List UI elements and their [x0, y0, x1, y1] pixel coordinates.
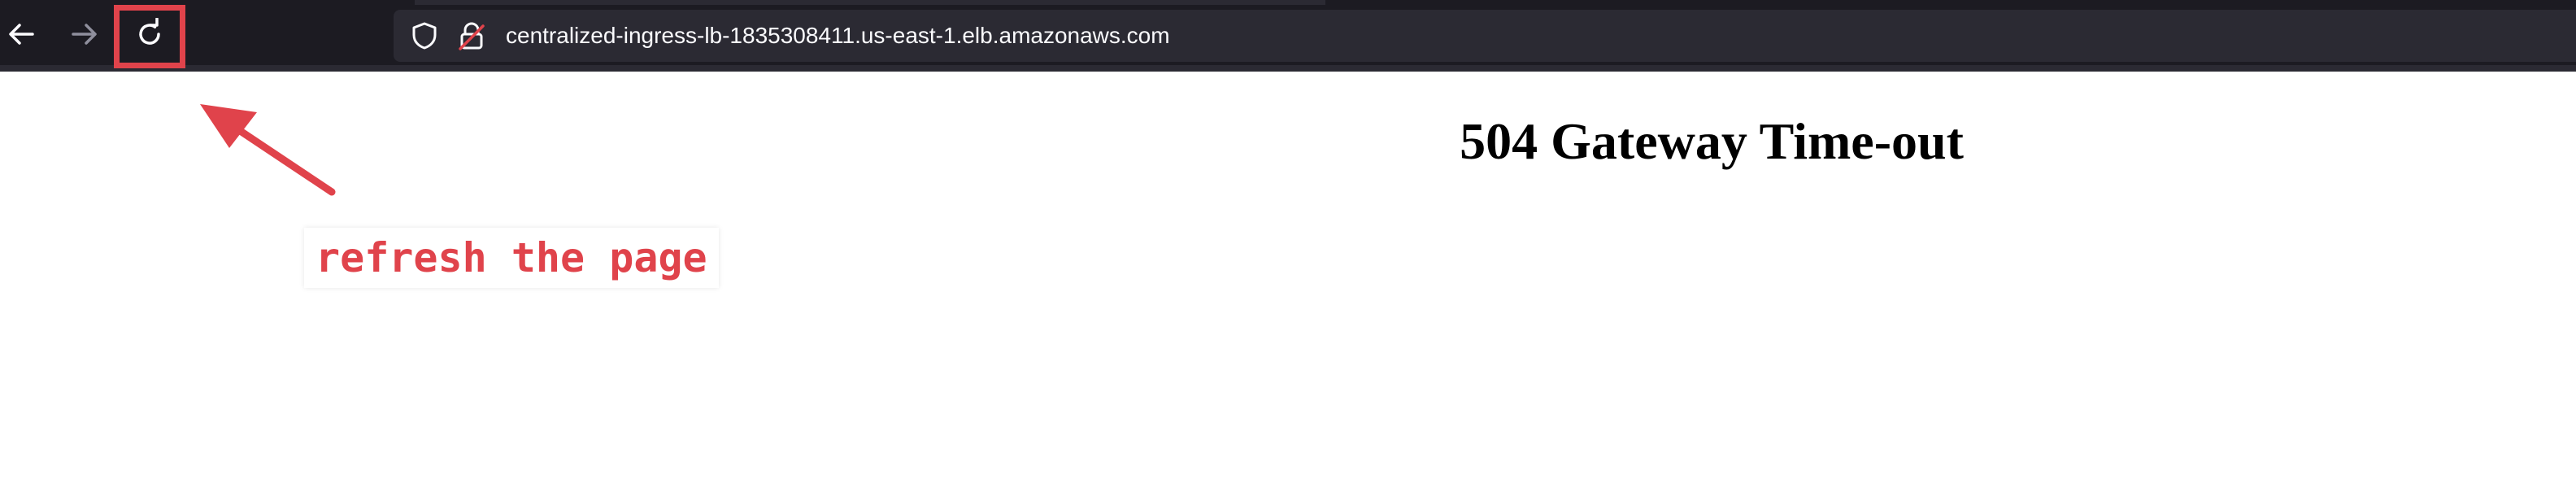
forward-button[interactable] [57, 8, 112, 60]
annotation-label: refresh the page [304, 228, 719, 288]
reload-icon [139, 18, 160, 45]
url-text[interactable]: centralized-ingress-lb-1835308411.us-eas… [506, 10, 1170, 62]
back-button[interactable] [0, 8, 49, 60]
address-bar[interactable]: centralized-ingress-lb-1835308411.us-eas… [394, 10, 2576, 62]
browser-toolbar: centralized-ingress-lb-1835308411.us-eas… [0, 0, 2576, 72]
arrow-left-icon [9, 24, 34, 45]
shield-icon[interactable] [410, 21, 439, 54]
arrow-right-icon [72, 24, 97, 45]
annotation-arrow [200, 104, 336, 196]
tab-strip-edge [415, 0, 1325, 5]
page-heading: 504 Gateway Time-out [1460, 112, 1964, 170]
reload-button[interactable] [122, 8, 177, 60]
toolbar-divider [0, 65, 2576, 72]
lock-warning-icon[interactable] [457, 21, 486, 54]
